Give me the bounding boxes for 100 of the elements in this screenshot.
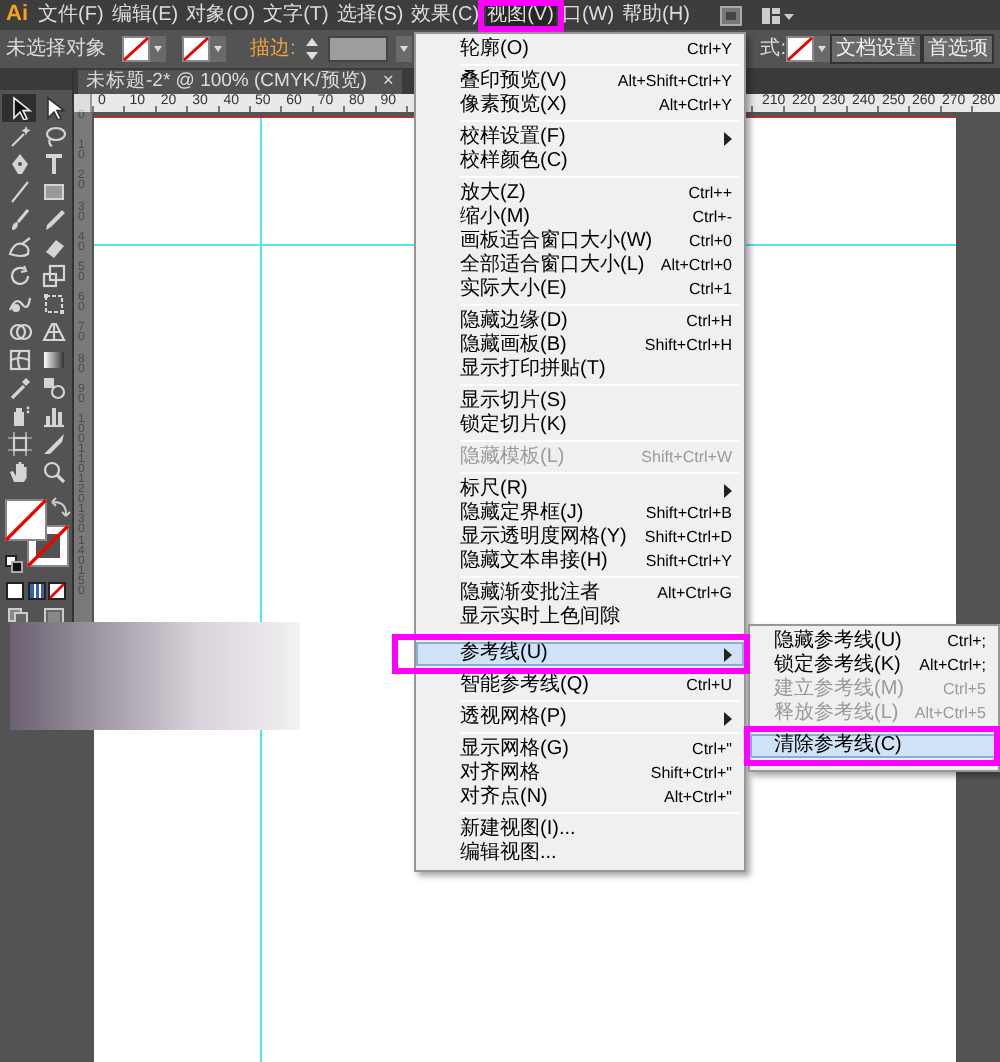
- document-setup-button[interactable]: 文档设置: [830, 34, 922, 64]
- shortcut-label: Shift+Ctrl+H: [644, 336, 732, 356]
- menu-title[interactable]: 文件(F): [36, 1, 106, 29]
- submenu-arrow-icon: [724, 483, 732, 497]
- menu-item[interactable]: 标尺(R): [416, 478, 744, 502]
- menu-item[interactable]: 显示切片(S): [416, 390, 744, 414]
- tool-button[interactable]: [2, 94, 36, 122]
- menu-item[interactable]: 校样设置(F): [416, 126, 744, 150]
- workspace-grid-icon[interactable]: [761, 5, 794, 25]
- menu-item-label: 隐藏参考线(U): [774, 630, 902, 653]
- fill-swatch[interactable]: [4, 498, 48, 542]
- menu-item[interactable]: 锁定参考线(K) Alt+Ctrl+;: [750, 654, 998, 678]
- stroke-weight-field[interactable]: [327, 36, 388, 62]
- fill-swatch[interactable]: [122, 36, 150, 62]
- menu-item[interactable]: 画板适合窗口大小(W) Ctrl+0: [416, 230, 744, 254]
- dropdown-caret-icon[interactable]: [150, 36, 166, 62]
- menu-item[interactable]: 清除参考线(C): [750, 734, 998, 758]
- menu-item[interactable]: 缩小(M) Ctrl+-: [416, 206, 744, 230]
- artboard-icon: [7, 432, 31, 456]
- stepper-arrows-icon[interactable]: [303, 36, 320, 62]
- dropdown-caret-icon[interactable]: [210, 36, 226, 62]
- menu-title[interactable]: 帮助(H): [620, 1, 692, 29]
- menu-item-label: 隐藏渐变批注者: [460, 582, 600, 605]
- type-tool-icon: [41, 152, 65, 176]
- preferences-button[interactable]: 首选项: [922, 34, 994, 64]
- menu-item[interactable]: 智能参考线(Q) Ctrl+U: [416, 674, 744, 698]
- shortcut-label: Ctrl+0: [688, 232, 732, 252]
- menu-item[interactable]: 对齐点(N) Alt+Ctrl+": [416, 786, 744, 810]
- menu-item[interactable]: 参考线(U): [416, 642, 744, 666]
- highlight-frame: [477, 0, 564, 32]
- menu-item-label: 编辑视图...: [460, 842, 557, 866]
- screen-mode-icon[interactable]: [44, 608, 64, 626]
- menu-item[interactable]: 隐藏渐变批注者 Alt+Ctrl+G: [416, 582, 744, 606]
- menu-item[interactable]: 叠印预览(V) Alt+Shift+Ctrl+Y: [416, 70, 744, 94]
- menu-item[interactable]: 编辑视图...: [416, 842, 744, 866]
- none-mode-button[interactable]: [48, 582, 66, 600]
- color-mode-button[interactable]: [6, 582, 24, 600]
- menu-title[interactable]: 文字(T): [261, 1, 331, 29]
- menu-title[interactable]: 选择(S): [334, 1, 406, 29]
- menu-title[interactable]: 口(W): [559, 1, 617, 29]
- menu-title[interactable]: 编辑(E): [109, 1, 181, 29]
- menu-item[interactable]: 隐藏画板(B) Shift+Ctrl+H: [416, 334, 744, 358]
- bar-graph-icon: [41, 404, 65, 428]
- menu-item-label: 显示打印拼贴(T): [460, 358, 606, 382]
- menu-item-label: 隐藏文本串接(H): [460, 550, 608, 574]
- menu-item[interactable]: 像素预览(X) Alt+Ctrl+Y: [416, 94, 744, 118]
- swap-arrows-icon[interactable]: [51, 497, 71, 517]
- shortcut-label: Ctrl+U: [686, 676, 732, 696]
- dropdown-caret-icon[interactable]: [395, 36, 412, 62]
- submenu-arrow-icon: [724, 647, 732, 661]
- shortcut-label: Alt+Ctrl+0: [660, 256, 732, 276]
- gradient-mode-button[interactable]: [27, 582, 45, 600]
- menu-item-label: 显示切片(S): [460, 390, 567, 413]
- menu-item[interactable]: 实际大小(E) Ctrl+1: [416, 278, 744, 302]
- menu-title[interactable]: 效果(C): [409, 1, 482, 29]
- menu-item[interactable]: 新建视图(I)...: [416, 818, 744, 842]
- shortcut-label: Ctrl+;: [947, 632, 986, 652]
- menu-item[interactable]: 透视网格(P): [416, 706, 744, 730]
- menu-title[interactable]: 对象(O): [184, 1, 258, 29]
- frame-icon[interactable]: [719, 5, 742, 25]
- shortcut-label: Ctrl+5: [942, 680, 986, 700]
- menu-item-label: 全部适合窗口大小(L): [460, 254, 645, 277]
- default-colors-icon[interactable]: [5, 555, 23, 573]
- menu-item-label: 锁定切片(K): [460, 414, 567, 438]
- shortcut-label: Ctrl+H: [686, 312, 732, 332]
- stroke-swatch[interactable]: [182, 36, 210, 62]
- menu-item[interactable]: 轮廓(O) Ctrl+Y: [416, 38, 744, 62]
- menu-item[interactable]: 隐藏边缘(D) Ctrl+H: [416, 310, 744, 334]
- menu-item-label: 实际大小(E): [460, 278, 567, 302]
- dropdown-caret-icon[interactable]: [814, 36, 830, 62]
- panel-grip[interactable]: [0, 70, 72, 90]
- menu-item[interactable]: 对齐网格 Shift+Ctrl+": [416, 762, 744, 786]
- shortcut-label: Alt+Ctrl+": [664, 788, 732, 808]
- menu-item[interactable]: 隐藏文本串接(H) Shift+Ctrl+Y: [416, 550, 744, 574]
- menu-item[interactable]: 显示实时上色间隙: [416, 606, 744, 630]
- menu-item[interactable]: 显示网格(G) Ctrl+": [416, 738, 744, 762]
- hollow-arrow-icon: [41, 96, 65, 120]
- menu-item[interactable]: 放大(Z) Ctrl++: [416, 182, 744, 206]
- style-swatch[interactable]: [786, 36, 814, 62]
- menu-item[interactable]: 校样颜色(C): [416, 150, 744, 174]
- close-tab-button[interactable]: ×: [382, 70, 394, 94]
- menu-item[interactable]: 隐藏参考线(U) Ctrl+;: [750, 630, 998, 654]
- blend-icon: [41, 376, 65, 400]
- document-tab[interactable]: 未标题-2* @ 100% (CMYK/预览) ×: [78, 70, 402, 94]
- menu-item-label: 新建视图(I)...: [460, 818, 576, 841]
- menu-item-label: 校样设置(F): [460, 126, 566, 149]
- menu-item[interactable]: 显示打印拼贴(T): [416, 358, 744, 382]
- menu-item[interactable]: 隐藏定界框(J) Shift+Ctrl+B: [416, 502, 744, 526]
- shortcut-label: Ctrl+": [692, 740, 732, 760]
- menu-item[interactable]: 显示透明度网格(Y) Shift+Ctrl+D: [416, 526, 744, 550]
- pen-nib-icon: [7, 152, 31, 176]
- shape-builder-icon: [7, 320, 31, 344]
- menu-item[interactable]: 锁定切片(K): [416, 414, 744, 438]
- brush-icon: [7, 208, 31, 232]
- eraser-icon: [41, 236, 65, 260]
- menu-item-label: 隐藏边缘(D): [460, 310, 568, 333]
- shortcut-label: Ctrl+Y: [687, 40, 732, 60]
- menu-item-label: 画板适合窗口大小(W): [460, 230, 653, 253]
- rotate-icon: [7, 264, 31, 288]
- menu-item[interactable]: 全部适合窗口大小(L) Alt+Ctrl+0: [416, 254, 744, 278]
